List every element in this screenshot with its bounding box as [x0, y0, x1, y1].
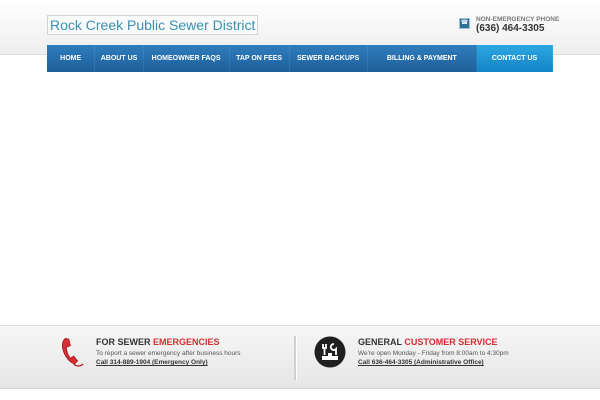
- phone-label: NON-EMERGENCY PHONE: [476, 16, 560, 23]
- footer-divider: [294, 336, 296, 380]
- customer-service-call-link[interactable]: Call 636-464-3305 (Administrative Office…: [358, 359, 509, 366]
- emergency-heading-accent: EMERGENCIES: [153, 337, 220, 347]
- emergency-call-link[interactable]: Call 314-889-1904 (Emergency Only): [96, 359, 241, 366]
- nav-home[interactable]: HOME: [47, 45, 96, 72]
- main-nav: HOME ABOUT US HOMEOWNER FAQS TAP ON FEES…: [47, 45, 554, 72]
- nav-contact-us[interactable]: CONTACT US: [477, 45, 554, 72]
- phone-icon: [61, 337, 84, 367]
- customer-service-heading-pre: GENERAL: [358, 337, 402, 347]
- site-title[interactable]: Rock Creek Public Sewer District: [47, 15, 259, 35]
- phone-number: (636) 464-3305: [476, 23, 545, 34]
- customer-service-heading-accent: CUSTOMER SERVICE: [404, 337, 498, 347]
- nav-homeowner-faqs[interactable]: HOMEOWNER FAQS: [144, 45, 230, 72]
- tools-icon: [314, 336, 346, 368]
- nav-sewer-backups[interactable]: SEWER BACKUPS: [290, 45, 368, 72]
- nav-billing-payment[interactable]: BILLING & PAYMENT: [368, 45, 478, 72]
- contact-footer: FOR SEWER EMERGENCIES To report a sewer …: [0, 325, 600, 389]
- emergency-heading: FOR SEWER EMERGENCIES: [96, 337, 241, 347]
- nav-about-us[interactable]: ABOUT US: [95, 45, 144, 72]
- emergency-heading-pre: FOR SEWER: [96, 337, 151, 347]
- phone-info-icon: ☎: [459, 18, 470, 29]
- customer-service-heading: GENERAL CUSTOMER SERVICE: [358, 337, 509, 347]
- emergency-description: To report a sewer emergency after busine…: [96, 350, 241, 357]
- customer-service-description: We're open Monday - Friday from 8:00am t…: [358, 350, 509, 357]
- nav-tap-on-fees[interactable]: TAP ON FEES: [230, 45, 290, 72]
